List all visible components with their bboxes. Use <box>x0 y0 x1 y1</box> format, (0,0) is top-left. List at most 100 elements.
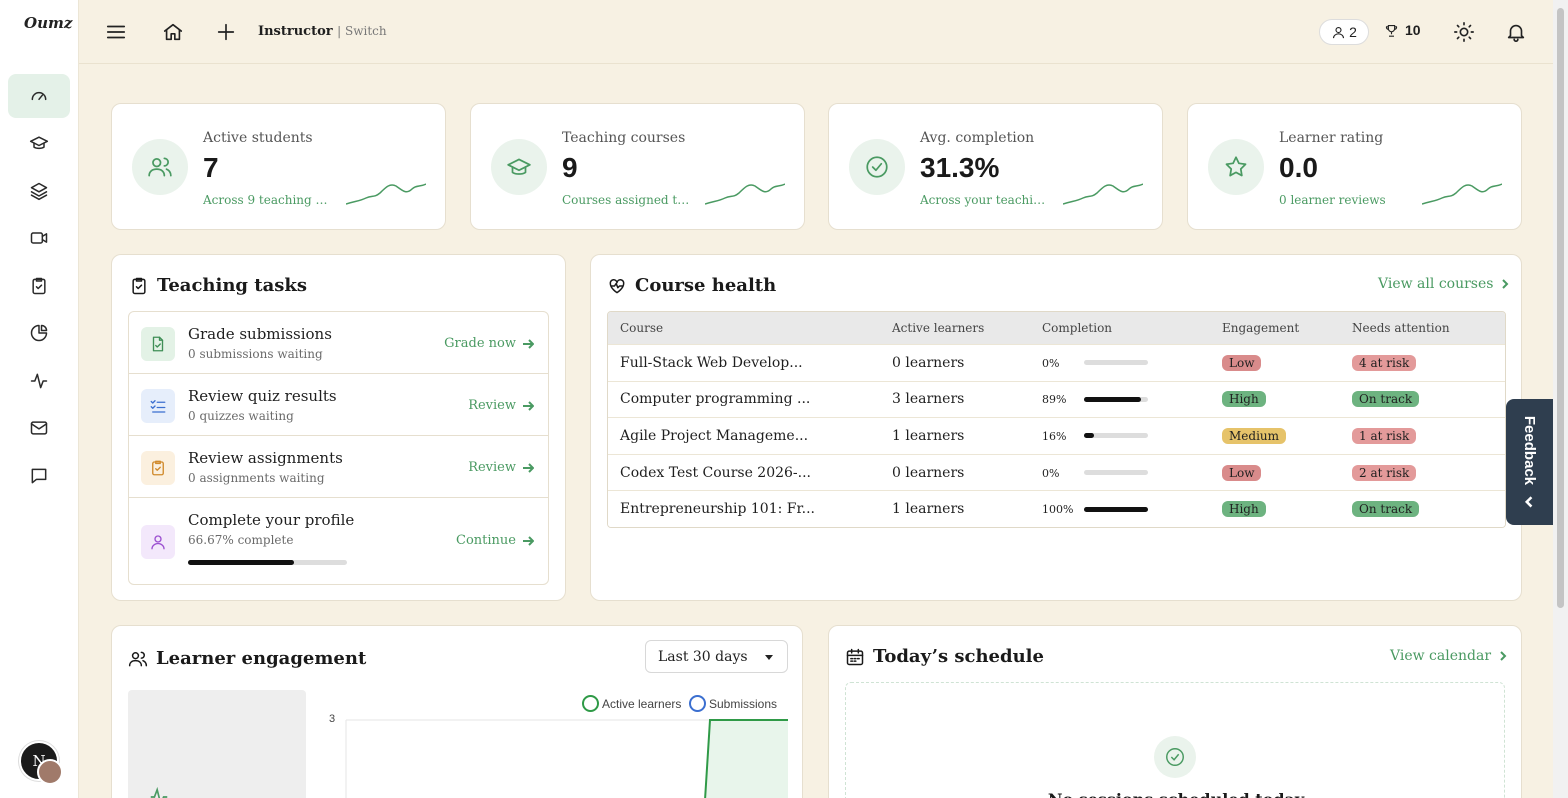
continue-profile-link[interactable]: Continue <box>456 533 534 548</box>
add-button[interactable] <box>214 20 238 44</box>
legend-active-learners[interactable]: Active learners <box>582 695 681 712</box>
grade-now-link[interactable]: Grade now <box>444 336 534 351</box>
page-scrollbar[interactable] <box>1553 0 1568 798</box>
task-title: Review quiz results <box>188 387 337 405</box>
review-quiz-link[interactable]: Review <box>468 398 534 413</box>
arrow-right-icon <box>523 400 534 411</box>
table-row[interactable]: Full-Stack Web Develop... 0 learners 0% Low… <box>608 344 1505 381</box>
course-name[interactable]: Full-Stack Web Develop... <box>620 355 803 371</box>
attention-cell: On track <box>1352 391 1420 408</box>
plus-icon <box>217 23 235 41</box>
menu-button[interactable] <box>104 20 128 44</box>
course-name[interactable]: Agile Project Manageme... <box>620 428 808 444</box>
stat-value: 0.0 <box>1279 152 1318 183</box>
stat-card-avg-completion: Avg. completion 31.3% Across your teachi… <box>828 103 1163 230</box>
completion-cell: 16% <box>1042 428 1148 444</box>
completion-cell: 100% <box>1042 501 1148 517</box>
notifications-button[interactable] <box>1504 20 1528 44</box>
stat-subtitle: Across your teaching courses <box>920 193 1048 207</box>
attention-cell: On track <box>1352 501 1420 518</box>
table-row[interactable]: Computer programming ... 3 learners 89% Hig… <box>608 380 1505 418</box>
completion-bar <box>1084 506 1148 512</box>
sidebar-item-video[interactable] <box>8 216 70 260</box>
app-logo[interactable]: Oumz <box>24 14 72 32</box>
stat-value: 31.3% <box>920 152 1000 183</box>
task-action-label: Grade now <box>444 336 516 351</box>
schedule-title: Today’s schedule <box>845 646 1044 667</box>
engagement-badge: Low <box>1222 464 1262 481</box>
course-name[interactable]: Codex Test Course 2026-... <box>620 465 811 481</box>
review-assignments-link[interactable]: Review <box>468 460 534 475</box>
date-range-select[interactable]: Last 30 days <box>645 640 788 673</box>
arrow-right-icon <box>523 462 534 473</box>
sparkline <box>346 183 426 205</box>
schedule-empty-state: No sessions scheduled today <box>845 682 1505 798</box>
legend-submissions[interactable]: Submissions <box>689 695 777 712</box>
task-list: Grade submissions 0 submissions waiting … <box>128 311 549 585</box>
sidebar-item-assignments[interactable] <box>8 264 70 308</box>
role-switcher[interactable]: Instructor | Switch <box>258 24 387 39</box>
trophy-counter[interactable]: 10 <box>1384 22 1421 38</box>
engagement-badge: Low <box>1222 354 1262 371</box>
sidebar-item-messages[interactable] <box>8 454 70 498</box>
profile-progress-bar <box>188 560 347 565</box>
star-icon <box>1208 139 1264 195</box>
task-action-label: Continue <box>456 533 516 548</box>
switch-role-link[interactable]: | Switch <box>337 24 386 38</box>
sidebar-item-mail[interactable] <box>8 406 70 450</box>
view-calendar-link[interactable]: View calendar <box>1390 648 1509 664</box>
legend-label: Active learners <box>602 696 682 711</box>
chevron-down-icon <box>765 655 773 660</box>
sidebar-item-reports[interactable] <box>8 311 70 355</box>
engagement-badge: High <box>1222 391 1266 408</box>
graduation-cap-icon <box>29 136 49 150</box>
table-row[interactable]: Entrepreneurship 101: Fr... 1 learners 100… <box>608 490 1505 527</box>
scrollbar-thumb[interactable] <box>1557 8 1564 608</box>
task-subtitle: 66.67% complete <box>188 533 294 547</box>
sidebar-item-dashboard[interactable] <box>8 74 70 118</box>
active-learners-area <box>705 720 788 798</box>
completion-percent: 0% <box>1042 356 1060 370</box>
panel-title-text: Today’s schedule <box>873 646 1044 667</box>
feedback-tab[interactable]: Feedback <box>1506 399 1553 525</box>
panel-title-text: Course health <box>635 275 777 296</box>
sidebar-item-activity[interactable] <box>8 359 70 403</box>
course-name[interactable]: Computer programming ... <box>620 391 810 407</box>
table-row[interactable]: Agile Project Manageme... 1 learners 16% Me… <box>608 417 1505 454</box>
arrow-right-icon <box>523 535 534 546</box>
stat-label: Avg. completion <box>920 130 1035 146</box>
calendar-icon <box>846 648 864 665</box>
stat-label: Learner rating <box>1279 130 1384 146</box>
course-name[interactable]: Entrepreneurship 101: Fr... <box>620 501 815 517</box>
clipboard-check-icon <box>32 277 46 295</box>
clipboard-check-icon <box>141 451 175 485</box>
column-header: Active learners <box>892 321 985 335</box>
view-all-courses-link[interactable]: View all courses <box>1378 276 1511 292</box>
heart-pulse-icon <box>609 278 625 293</box>
sparkline <box>1422 183 1502 205</box>
feedback-label: Feedback <box>1521 415 1539 485</box>
theme-toggle[interactable] <box>1452 20 1476 44</box>
users-count: 2 <box>1349 24 1357 40</box>
sidebar-item-layers[interactable] <box>8 169 70 213</box>
attention-cell: 4 at risk <box>1352 354 1417 371</box>
engagement-badge: Medium <box>1222 427 1287 444</box>
topbar: Instructor | Switch 2 10 <box>79 0 1553 64</box>
user-avatar[interactable]: N <box>19 741 63 785</box>
layers-icon <box>30 182 48 201</box>
completion-cell: 89% <box>1042 391 1148 407</box>
date-range-value: Last 30 days <box>658 648 748 665</box>
completion-bar <box>1084 396 1148 402</box>
sidebar-item-courses[interactable] <box>8 121 70 165</box>
course-health-table: Course Active learners Completion Engage… <box>607 311 1506 528</box>
teaching-tasks-title: Teaching tasks <box>129 275 307 296</box>
engagement-cell: High <box>1222 391 1266 408</box>
table-row[interactable]: Codex Test Course 2026-... 0 learners 0% Lo… <box>608 453 1505 491</box>
table-header: Course Active learners Completion Engage… <box>608 312 1505 344</box>
users-pill[interactable]: 2 <box>1319 19 1369 45</box>
role-label: Instructor <box>258 24 333 39</box>
avatar-photo <box>37 759 63 785</box>
home-button[interactable] <box>161 20 185 44</box>
attention-badge: 1 at risk <box>1352 427 1417 444</box>
task-item-review-assignments: Review assignments 0 assignments waiting… <box>129 436 548 498</box>
